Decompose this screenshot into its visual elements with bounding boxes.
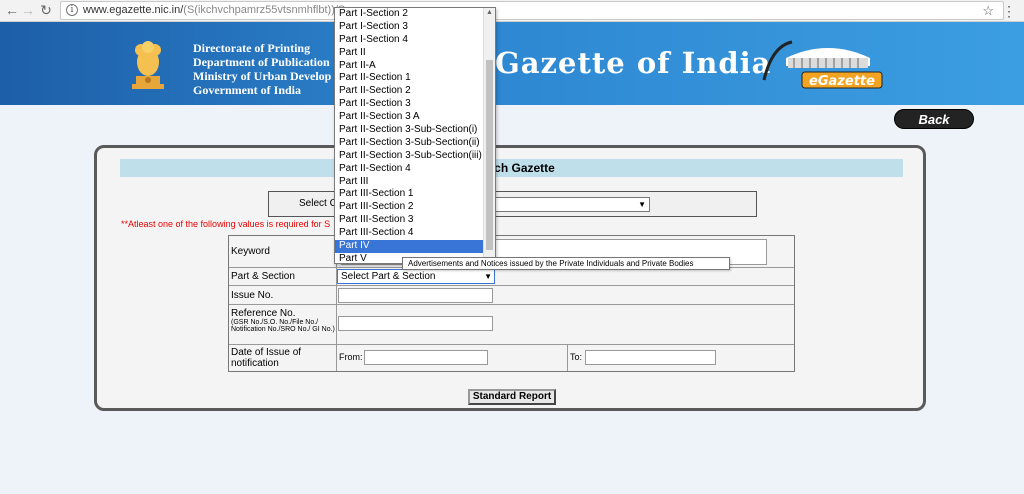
site-header: Directorate of Printing Department of Pu…: [0, 22, 1024, 105]
reference-no-input[interactable]: [338, 316, 493, 331]
dept-line-3: Ministry of Urban Develop: [193, 69, 332, 83]
bookmark-star-icon[interactable]: ☆: [982, 3, 994, 19]
required-note: **Atleast one of the following values is…: [121, 219, 331, 229]
site-title: Gazette of India: [495, 46, 772, 80]
to-label: To:: [570, 352, 583, 362]
national-emblem-icon: [132, 41, 164, 89]
dropdown-option[interactable]: Part III-Section 3: [335, 214, 495, 227]
part-section-select[interactable]: Select Part & Section ▼: [337, 269, 495, 284]
dropdown-option[interactable]: Part II: [335, 47, 495, 60]
standard-report-button[interactable]: Standard Report: [468, 389, 556, 405]
dropdown-option[interactable]: Part III-Section 1: [335, 188, 495, 201]
dropdown-option[interactable]: Part II-Section 3: [335, 98, 495, 111]
table-row: Issue No.: [229, 286, 794, 305]
panel-title: Search Gazette: [120, 159, 903, 177]
url-path: (S(ikchvchpamrz55vtsnmhflbt))/S...: [183, 4, 355, 16]
to-date-input[interactable]: [585, 350, 716, 365]
option-tooltip: Advertisements and Notices issued by the…: [402, 257, 730, 270]
from-date-input[interactable]: [364, 350, 488, 365]
chevron-down-icon: ▼: [638, 200, 646, 209]
scroll-up-icon[interactable]: ▲: [486, 9, 493, 16]
dropdown-option[interactable]: Part I-Section 4: [335, 34, 495, 47]
svg-text:eGazette: eGazette: [809, 74, 875, 89]
search-fields-table: Keyword Part & Section Select Part & Sec…: [228, 235, 795, 372]
dropdown-option[interactable]: Part II-Section 3-Sub-Section(i): [335, 124, 495, 137]
dept-line-1: Directorate of Printing: [193, 41, 311, 55]
dropdown-options: Part I-Section 2 Part I-Section 3 Part I-S…: [335, 8, 495, 263]
date-issue-label: Date of Issue of notification: [229, 345, 337, 371]
divider: [567, 345, 568, 371]
reference-no-hint: (GSR No./S.O. No./File No./ Notification…: [231, 319, 335, 333]
search-panel: Search Gazette Select C ▼ **Atleast one …: [94, 145, 926, 411]
from-label: From:: [339, 352, 363, 362]
dropdown-option[interactable]: Part II-Section 3-Sub-Section(ii): [335, 137, 495, 150]
browser-toolbar: ← → ↻ i www.egazette.nic.in/(S(ikchvchpa…: [0, 0, 1024, 22]
chevron-down-icon: ▼: [484, 272, 492, 281]
dropdown-scrollbar[interactable]: ▲: [483, 8, 495, 263]
category-label: Select C: [299, 198, 337, 209]
dropdown-option[interactable]: Part II-Section 3-Sub-Section(iii): [335, 150, 495, 163]
back-button[interactable]: Back: [894, 109, 974, 129]
dropdown-option[interactable]: Part II-Section 4: [335, 163, 495, 176]
dropdown-option[interactable]: Part II-A: [335, 60, 495, 73]
part-section-dropdown[interactable]: Part I-Section 2 Part I-Section 3 Part I-S…: [334, 7, 496, 264]
issue-no-input[interactable]: [338, 288, 493, 303]
part-section-label: Part & Section: [229, 268, 337, 285]
scroll-thumb[interactable]: [486, 60, 493, 250]
keyword-label: Keyword: [229, 236, 337, 267]
dropdown-option[interactable]: Part II-Section 2: [335, 85, 495, 98]
info-icon[interactable]: i: [66, 4, 78, 16]
reference-no-label: Reference No.: [231, 308, 296, 319]
dropdown-option[interactable]: Part III-Section 4: [335, 227, 495, 240]
department-text: Directorate of Printing Department of Pu…: [193, 41, 331, 97]
dropdown-option[interactable]: Part I-Section 3: [335, 21, 495, 34]
table-row: Reference No. (GSR No./S.O. No./File No.…: [229, 305, 794, 345]
url-host: www.egazette.nic.in/: [83, 4, 184, 16]
reference-no-cell: Reference No. (GSR No./S.O. No./File No.…: [229, 305, 337, 344]
dropdown-option[interactable]: Part IV: [335, 240, 495, 253]
dept-line-2: Department of Publication: [193, 55, 330, 69]
dropdown-option[interactable]: Part II-Section 1: [335, 72, 495, 85]
dropdown-option[interactable]: Part II-Section 3 A: [335, 111, 495, 124]
egazette-logo: eGazette: [762, 40, 883, 89]
dept-line-4: Government of India: [193, 83, 301, 97]
table-row: Part & Section Select Part & Section ▼: [229, 268, 794, 286]
address-bar[interactable]: i www.egazette.nic.in/(S(ikchvchpamrz55v…: [60, 1, 1004, 20]
part-section-value: Select Part & Section: [341, 271, 436, 282]
menu-kebab-icon[interactable]: ⋮: [1002, 3, 1016, 20]
dropdown-option[interactable]: Part III: [335, 176, 495, 189]
forward-arrow-icon[interactable]: →: [20, 2, 36, 18]
issue-no-label: Issue No.: [229, 286, 337, 304]
dropdown-option[interactable]: Part I-Section 2: [335, 8, 495, 21]
category-select[interactable]: ▼: [490, 197, 650, 212]
back-arrow-icon[interactable]: ←: [4, 2, 20, 18]
reload-icon[interactable]: ↻: [38, 2, 54, 18]
dropdown-option[interactable]: Part III-Section 2: [335, 201, 495, 214]
table-row: Date of Issue of notification From: To:: [229, 345, 794, 371]
